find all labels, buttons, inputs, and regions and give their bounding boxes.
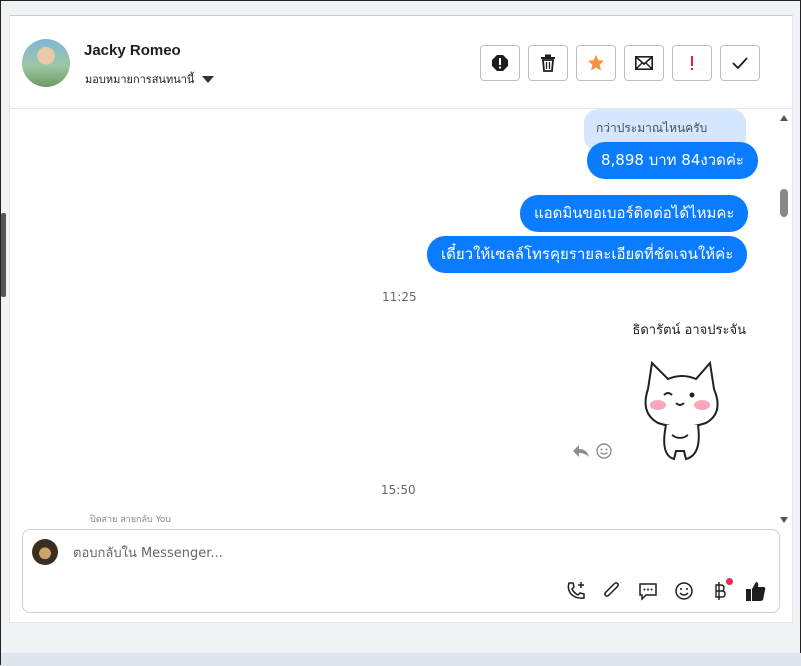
thread-scrollbar[interactable] — [780, 109, 792, 529]
paperclip-icon — [604, 582, 619, 597]
report-icon — [492, 55, 508, 71]
reply-icon[interactable] — [572, 444, 590, 458]
contact-avatar[interactable] — [22, 39, 70, 87]
timestamp: 11:25 — [382, 290, 417, 304]
message-bubble[interactable]: 8,898 บาท 84งวดค่ะ — [587, 142, 758, 179]
sender-name: ธิดารัตน์ อาจประจัน — [632, 323, 746, 338]
message-bubble[interactable]: เดี๋ยวให้เซลล์โทรคุยรายละเอียดที่ชัดเจนใ… — [427, 236, 748, 273]
phone-plus-icon — [567, 582, 585, 599]
notification-dot — [726, 578, 733, 585]
quoted-message-text: กว่าประมาณไหนครับ — [596, 121, 708, 135]
like-button[interactable] — [743, 578, 769, 604]
action-toolbar — [480, 45, 760, 81]
thumbs-up-icon — [746, 582, 766, 601]
composer-tools — [563, 578, 769, 604]
done-button[interactable] — [720, 45, 760, 81]
left-scroll-handle[interactable] — [1, 213, 6, 297]
timestamp: 15:50 — [381, 483, 416, 497]
chat-bubble-icon — [639, 583, 657, 601]
conversation-panel: Jacky Romeo มอบหมายการสนทนานี้ กว่าประมา… — [9, 15, 793, 623]
scroll-down-icon[interactable] — [780, 517, 788, 523]
system-message: ปิดสาย สายกลับ You — [90, 515, 172, 525]
mark-unread-button[interactable] — [624, 45, 664, 81]
assign-label: มอบหมายการสนทนานี้ — [85, 73, 195, 86]
check-icon — [732, 57, 748, 69]
message-thread[interactable]: กว่าประมาณไหนครับ 8,898 บาท 84งวดค่ะ แอด… — [10, 109, 780, 529]
app-window: Jacky Romeo มอบหมายการสนทนานี้ กว่าประมา… — [0, 0, 801, 666]
scrollbar-thumb[interactable] — [780, 189, 788, 217]
trash-icon — [541, 54, 555, 72]
call-button[interactable] — [563, 578, 589, 604]
payment-button[interactable] — [707, 578, 733, 604]
star-icon — [587, 54, 605, 71]
message-composer — [22, 529, 780, 613]
important-button[interactable] — [672, 45, 712, 81]
conversation-header: Jacky Romeo มอบหมายการสนทนานี้ — [10, 16, 792, 109]
report-button[interactable] — [480, 45, 520, 81]
cat-sticker[interactable] — [640, 359, 724, 467]
page-avatar — [32, 539, 58, 565]
emoji-icon — [675, 582, 693, 600]
delete-button[interactable] — [528, 45, 568, 81]
mail-icon — [635, 56, 653, 70]
contact-name[interactable]: Jacky Romeo — [84, 42, 181, 59]
smiley-icon[interactable] — [596, 443, 612, 459]
important-icon — [691, 56, 693, 70]
attach-button[interactable] — [599, 578, 625, 604]
message-bubble[interactable]: แอดมินขอเบอร์ติดต่อได้ไหมคะ — [520, 195, 749, 232]
assign-conversation-dropdown[interactable]: มอบหมายการสนทนานี้ — [85, 70, 215, 88]
star-button[interactable] — [576, 45, 616, 81]
baht-icon — [715, 582, 726, 600]
emoji-button[interactable] — [671, 578, 697, 604]
os-taskbar — [1, 653, 801, 666]
scroll-up-icon[interactable] — [780, 115, 788, 121]
reply-input[interactable] — [71, 539, 555, 567]
saved-replies-button[interactable] — [635, 578, 661, 604]
chevron-down-icon — [202, 75, 215, 83]
message-reactions — [572, 443, 612, 459]
